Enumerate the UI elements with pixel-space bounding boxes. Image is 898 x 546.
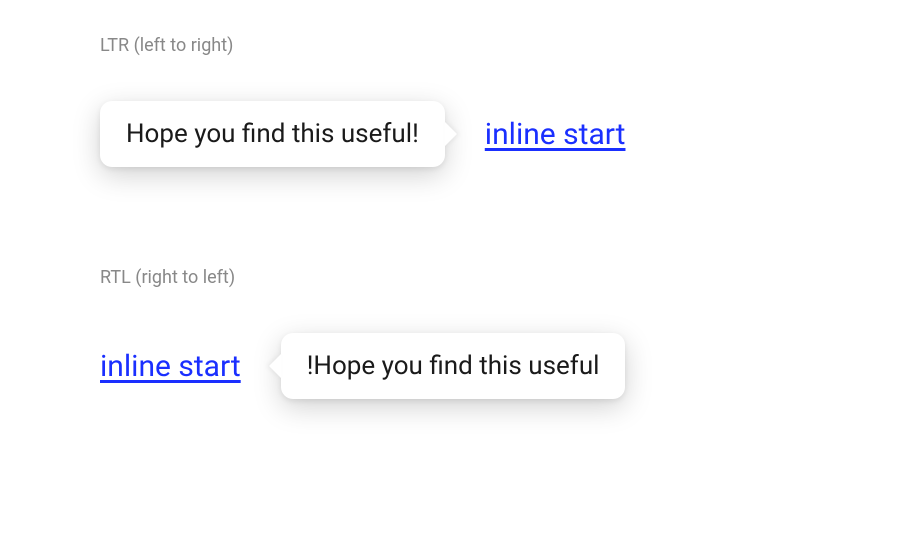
ltr-row: Hope you find this useful! inline start <box>100 101 798 167</box>
rtl-inline-start-link[interactable]: inline start <box>100 349 241 384</box>
ltr-tooltip-wrapper: Hope you find this useful! <box>100 101 445 167</box>
rtl-section: RTL (right to left) inline start !Hope y… <box>100 267 798 399</box>
ltr-label: LTR (left to right) <box>100 35 798 56</box>
ltr-section: LTR (left to right) Hope you find this u… <box>100 35 798 167</box>
rtl-label: RTL (right to left) <box>100 267 798 288</box>
rtl-tooltip: !Hope you find this useful <box>281 333 626 399</box>
ltr-tooltip: Hope you find this useful! <box>100 101 445 167</box>
ltr-inline-start-link[interactable]: inline start <box>485 117 626 152</box>
rtl-tooltip-wrapper: !Hope you find this useful <box>281 333 626 399</box>
rtl-row: inline start !Hope you find this useful <box>100 333 798 399</box>
